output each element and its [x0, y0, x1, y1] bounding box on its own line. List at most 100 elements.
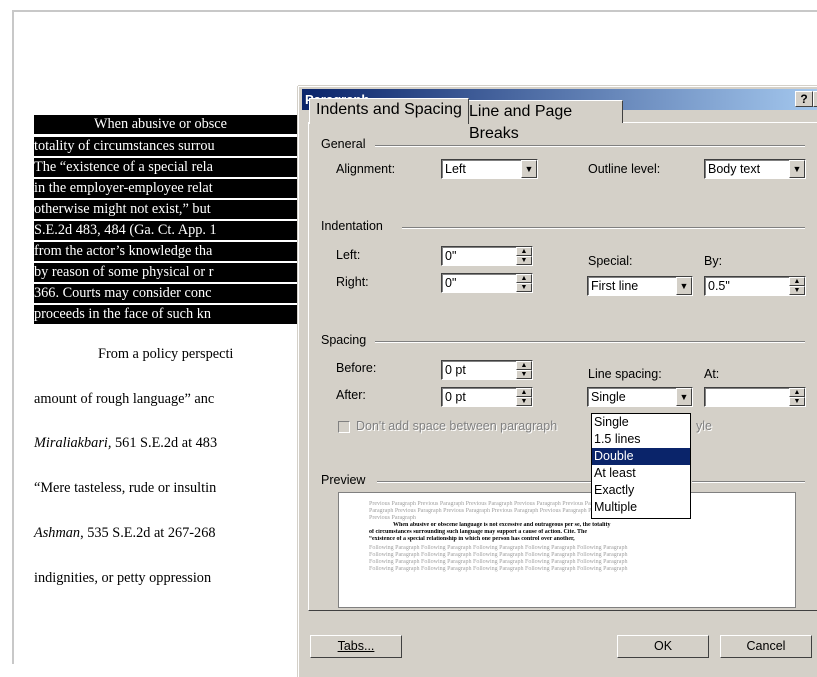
outline-level-value: Body text	[708, 162, 761, 176]
option-multiple[interactable]: Multiple	[592, 499, 690, 516]
spin-up-icon[interactable]: ▲	[516, 247, 532, 256]
spinner-buttons[interactable]: ▲ ▼	[516, 274, 532, 292]
selected-text-line[interactable]: proceeds in the face of such kn	[34, 305, 300, 324]
left-indent-spinner[interactable]: 0" ▲ ▼	[441, 246, 533, 266]
preview-line: Paragraph Previous Paragraph Previous Pa…	[369, 508, 635, 514]
before-label: Before:	[336, 361, 377, 375]
preview-line: Following Paragraph Following Paragraph …	[369, 552, 628, 558]
option-1-5-lines[interactable]: 1.5 lines	[592, 431, 690, 448]
spinner-buttons[interactable]: ▲ ▼	[516, 361, 532, 379]
tab-indents-and-spacing[interactable]: Indents and Spacing	[309, 98, 469, 124]
text-line: When abusive or obsce	[94, 116, 227, 132]
tabs-button-label: Tabs...	[337, 639, 375, 653]
at-spinner[interactable]: ▲ ▼	[704, 387, 806, 407]
by-spinner[interactable]: 0.5" ▲ ▼	[704, 276, 806, 296]
group-label-indentation: Indentation	[321, 219, 383, 233]
right-indent-label: Right:	[336, 275, 369, 289]
after-label: After:	[336, 388, 366, 402]
close-button[interactable]: X	[813, 91, 817, 107]
text-line: by reason of some physical or r	[34, 264, 214, 280]
right-indent-value: 0"	[445, 276, 457, 290]
dont-add-space-label: Don't add space between paragraph	[356, 419, 558, 433]
spin-down-icon[interactable]: ▼	[516, 397, 532, 406]
tab-label: Indents and Spacing	[316, 101, 462, 118]
group-divider	[692, 481, 805, 483]
dont-add-space-checkbox[interactable]	[338, 421, 350, 433]
before-spinner[interactable]: 0 pt ▲ ▼	[441, 360, 533, 380]
by-value: 0.5"	[708, 279, 730, 293]
selected-text-line[interactable]: totality of circumstances surrou	[34, 137, 300, 156]
line-spacing-dropdown[interactable]: Single ▼	[587, 387, 693, 407]
case-name: Ashman	[34, 525, 81, 541]
selected-text-line[interactable]: S.E.2d 483, 484 (Ga. Ct. App. 1	[34, 221, 300, 240]
spin-down-icon[interactable]: ▼	[789, 397, 805, 406]
outline-level-label: Outline level:	[588, 162, 661, 176]
selected-text-line[interactable]: in the employer-employee relat	[34, 179, 300, 198]
line-spacing-options-list[interactable]: Single 1.5 lines Double At least Exactly…	[591, 413, 691, 519]
group-divider	[402, 227, 805, 229]
before-value: 0 pt	[445, 363, 466, 377]
chevron-down-icon[interactable]: ▼	[676, 388, 692, 406]
text-line: S.E.2d 483, 484 (Ga. Ct. App. 1	[34, 222, 217, 238]
spin-up-icon[interactable]: ▲	[516, 361, 532, 370]
spin-down-icon[interactable]: ▼	[516, 256, 532, 265]
selected-text-line[interactable]: from the actor’s knowledge tha	[34, 242, 300, 261]
preview-line: Following Paragraph Following Paragraph …	[369, 559, 628, 565]
text-line: amount of rough language” anc	[34, 391, 215, 407]
tabs-button[interactable]: Tabs...	[310, 635, 402, 658]
alignment-label: Alignment:	[336, 162, 396, 176]
text-line: from the actor’s knowledge tha	[34, 243, 213, 259]
option-at-least[interactable]: At least	[592, 465, 690, 482]
selected-text-line[interactable]: otherwise might not exist,” but	[34, 200, 300, 219]
after-spinner[interactable]: 0 pt ▲ ▼	[441, 387, 533, 407]
text-line: proceeds in the face of such kn	[34, 306, 212, 322]
selected-text-line[interactable]: When abusive or obsce	[34, 115, 300, 134]
group-label-general: General	[321, 137, 366, 151]
text-line: indignities, or petty oppression	[34, 570, 212, 586]
spin-down-icon[interactable]: ▼	[789, 286, 805, 295]
special-indent-dropdown[interactable]: First line ▼	[587, 276, 693, 296]
spinner-buttons[interactable]: ▲ ▼	[789, 277, 805, 295]
line-spacing-label: Line spacing:	[588, 367, 662, 381]
spinner-buttons[interactable]: ▲ ▼	[789, 388, 805, 406]
group-label-preview: Preview	[321, 473, 366, 487]
spin-up-icon[interactable]: ▲	[789, 388, 805, 397]
selected-text-line[interactable]: The “existence of a special rela	[34, 158, 300, 177]
tab-line-and-page-breaks[interactable]: Line and Page Breaks	[462, 100, 623, 142]
option-exactly[interactable]: Exactly	[592, 482, 690, 499]
spin-down-icon[interactable]: ▼	[516, 370, 532, 379]
special-indent-value: First line	[591, 279, 639, 293]
alignment-dropdown[interactable]: Left ▼	[441, 159, 538, 179]
chevron-down-icon[interactable]: ▼	[676, 277, 692, 295]
spinner-buttons[interactable]: ▲ ▼	[516, 388, 532, 406]
selected-text-line[interactable]: by reason of some physical or r	[34, 263, 300, 282]
by-label: By:	[704, 254, 723, 268]
text-line: “Mere tasteless, rude or insultin	[34, 480, 217, 496]
line-spacing-value: Single	[591, 390, 626, 404]
option-double[interactable]: Double	[592, 448, 690, 465]
preview-line: “existence of a special relationship in …	[369, 536, 575, 542]
alignment-value: Left	[445, 162, 466, 176]
spin-down-icon[interactable]: ▼	[516, 283, 532, 292]
after-value: 0 pt	[445, 390, 466, 404]
spin-up-icon[interactable]: ▲	[516, 388, 532, 397]
spin-up-icon[interactable]: ▲	[516, 274, 532, 283]
cancel-button[interactable]: Cancel	[720, 635, 812, 658]
spin-up-icon[interactable]: ▲	[789, 277, 805, 286]
ok-button[interactable]: OK	[617, 635, 709, 658]
chevron-down-icon[interactable]: ▼	[789, 160, 805, 178]
group-divider	[377, 481, 592, 483]
dont-add-space-label-tail: yle	[696, 419, 712, 433]
citation-text: 561 S.E.2d at 483	[111, 435, 218, 451]
option-single[interactable]: Single	[592, 414, 690, 431]
outline-level-dropdown[interactable]: Body text ▼	[704, 159, 806, 179]
spinner-buttons[interactable]: ▲ ▼	[516, 247, 532, 265]
preview-line: When abusive or obscene language is not …	[393, 522, 611, 528]
preview-line: of circumstances surrounding such langua…	[369, 529, 588, 535]
right-indent-spinner[interactable]: 0" ▲ ▼	[441, 273, 533, 293]
preview-line: Previous Paragraph	[369, 515, 416, 521]
chevron-down-icon[interactable]: ▼	[521, 160, 537, 178]
text-line: otherwise might not exist,” but	[34, 201, 211, 217]
selected-text-line[interactable]: 366. Courts may consider conc	[34, 284, 300, 303]
help-button[interactable]: ?	[795, 91, 813, 107]
